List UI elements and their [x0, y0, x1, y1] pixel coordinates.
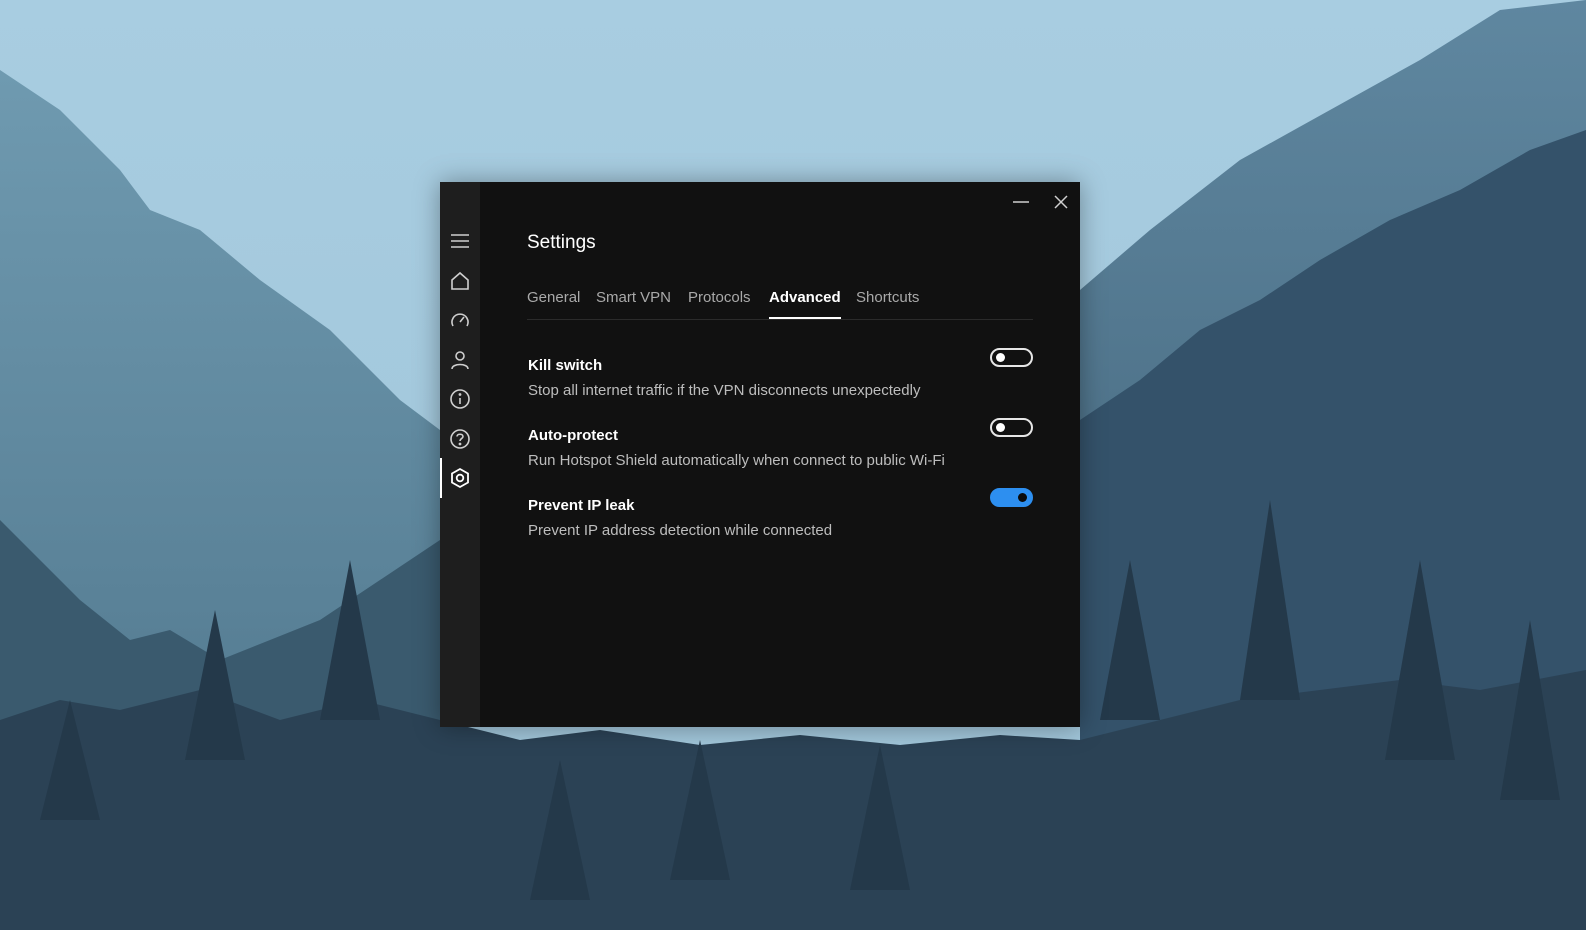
- toggle-knob: [1018, 493, 1027, 502]
- app-window: Settings General Smart VPN Protocols Adv…: [440, 182, 1080, 727]
- hamburger-icon: [451, 234, 469, 248]
- tab-advanced[interactable]: Advanced: [769, 289, 841, 306]
- setting-prevent-ip-leak: Prevent IP leak Prevent IP address detec…: [528, 488, 1033, 547]
- sidebar: [440, 182, 480, 727]
- page-title: Settings: [527, 232, 596, 253]
- tab-protocols[interactable]: Protocols: [688, 289, 751, 306]
- sidebar-item-speed[interactable]: [440, 302, 480, 338]
- setting-description: Prevent IP address detection while conne…: [528, 522, 833, 539]
- minimize-button[interactable]: [1009, 192, 1033, 212]
- setting-title: Auto-protect: [528, 427, 618, 444]
- settings-tabs: General Smart VPN Protocols Advanced Sho…: [527, 289, 1033, 320]
- minimize-icon: [1013, 201, 1029, 203]
- toggle-knob: [996, 423, 1005, 432]
- setting-auto-protect: Auto-protect Run Hotspot Shield automati…: [528, 418, 1033, 477]
- tab-smart-vpn[interactable]: Smart VPN: [596, 289, 671, 306]
- kill-switch-toggle[interactable]: [990, 348, 1033, 367]
- setting-description: Stop all internet traffic if the VPN dis…: [528, 382, 921, 399]
- info-icon: [450, 389, 470, 409]
- active-tab-indicator: [769, 317, 841, 319]
- tab-shortcuts[interactable]: Shortcuts: [856, 289, 919, 306]
- toggle-knob: [996, 353, 1005, 362]
- sidebar-item-home[interactable]: [440, 263, 480, 299]
- setting-kill-switch: Kill switch Stop all internet traffic if…: [528, 348, 1033, 407]
- close-button[interactable]: [1049, 192, 1073, 212]
- sidebar-item-settings[interactable]: [440, 458, 480, 498]
- sidebar-item-help[interactable]: [440, 421, 480, 457]
- sidebar-item-account[interactable]: [440, 342, 480, 378]
- setting-title: Kill switch: [528, 357, 603, 374]
- user-icon: [451, 351, 469, 370]
- setting-description: Run Hotspot Shield automatically when co…: [528, 452, 945, 469]
- help-icon: [450, 429, 470, 449]
- setting-title: Prevent IP leak: [528, 497, 635, 514]
- home-icon: [451, 271, 469, 290]
- tab-general[interactable]: General: [527, 289, 580, 306]
- auto-protect-toggle[interactable]: [990, 418, 1033, 437]
- speedometer-icon: [451, 313, 469, 327]
- sidebar-item-menu[interactable]: [440, 223, 480, 259]
- sidebar-item-info[interactable]: [440, 381, 480, 417]
- settings-icon: [451, 467, 469, 489]
- prevent-ip-leak-toggle[interactable]: [990, 488, 1033, 507]
- close-icon: [1054, 195, 1068, 209]
